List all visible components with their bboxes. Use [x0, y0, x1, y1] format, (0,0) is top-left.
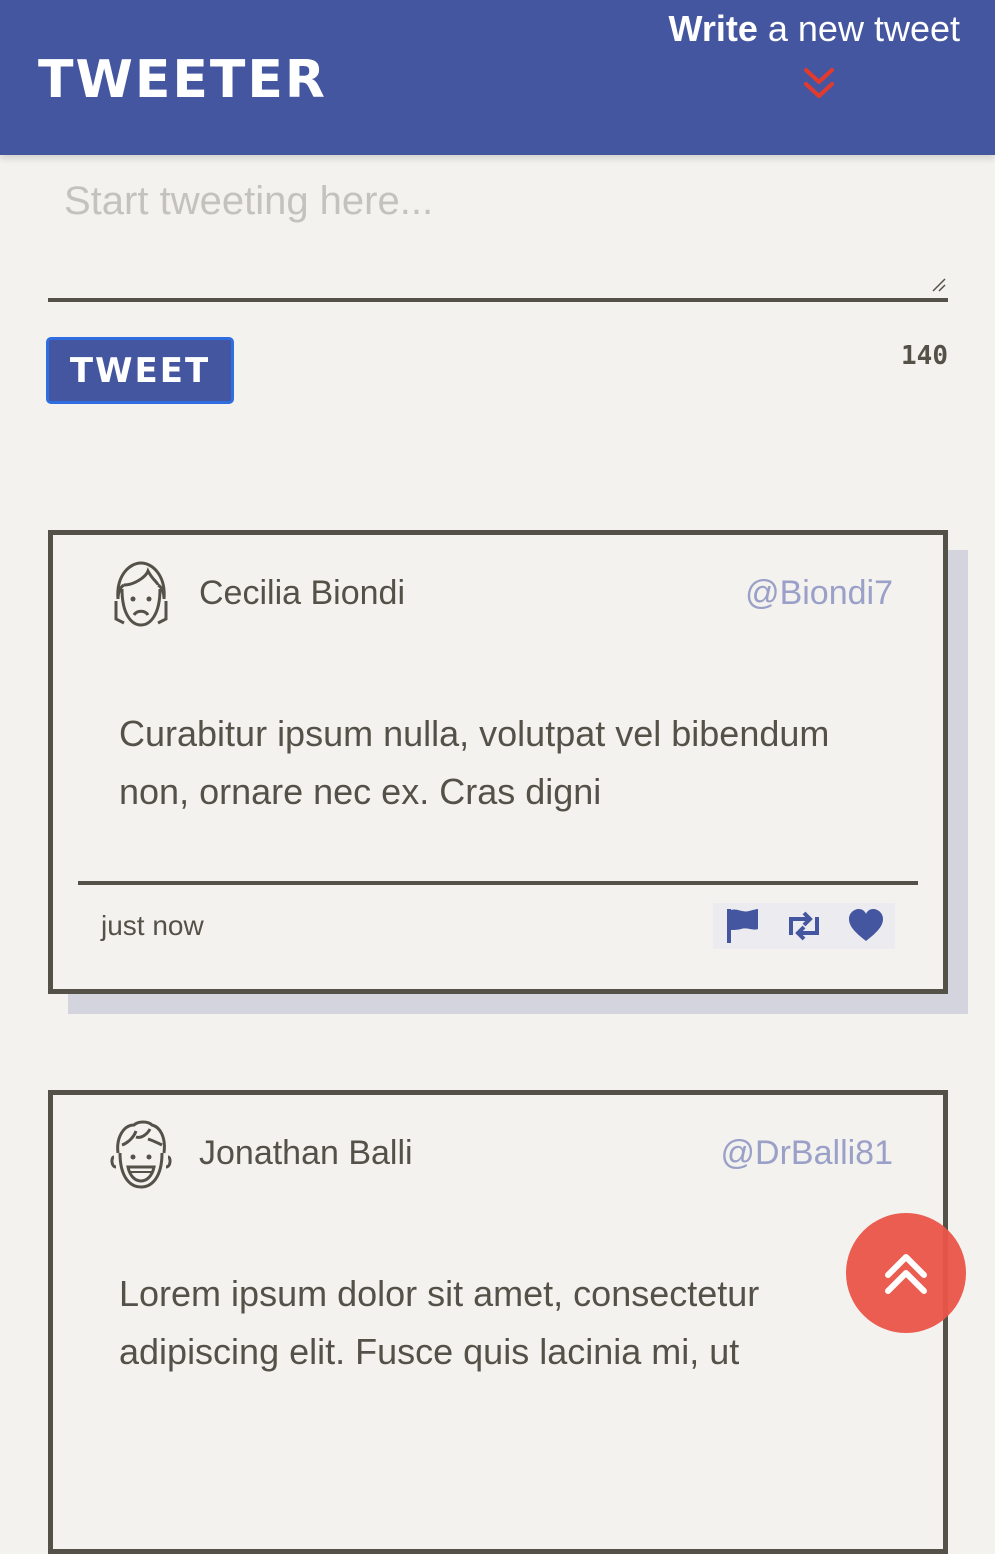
- double-chevron-down-icon[interactable]: [802, 66, 836, 102]
- character-counter: 140: [901, 341, 948, 371]
- tweet-actions: [713, 903, 895, 949]
- tweet-textarea[interactable]: [48, 165, 948, 302]
- tweet-submit-button[interactable]: TWEET: [46, 337, 234, 404]
- tweet-content: Lorem ipsum dolor sit amet, consectetur …: [119, 1273, 760, 1372]
- write-tweet-toggle[interactable]: Write a new tweet: [660, 8, 961, 50]
- sad-woman-face-icon: [114, 561, 168, 627]
- tweet-author-name: Cecilia Biondi: [199, 574, 405, 612]
- tweet-author-handle[interactable]: @DrBalli81: [721, 1133, 893, 1173]
- double-chevron-up-icon: [885, 1254, 927, 1294]
- retweet-icon[interactable]: [785, 907, 823, 945]
- tweet-card: Jonathan Balli @DrBalli81 Lorem ipsum do…: [48, 1090, 948, 1554]
- smiling-man-face-icon: [110, 1120, 172, 1189]
- resize-grip-icon[interactable]: [932, 278, 946, 292]
- tweet-content: Curabitur ipsum nulla, volutpat vel bibe…: [119, 713, 830, 812]
- tweet-card: Cecilia Biondi @Biondi7 Curabitur ipsum …: [48, 530, 948, 994]
- write-tweet-rest: a new tweet: [767, 8, 960, 49]
- write-tweet-strong: Write: [668, 8, 758, 49]
- scroll-to-top-button[interactable]: [846, 1213, 966, 1333]
- brand-logo: TWEETER: [38, 50, 327, 110]
- tweet-author-name: Jonathan Balli: [199, 1134, 413, 1172]
- heart-icon[interactable]: [847, 907, 885, 945]
- tweet-author-handle[interactable]: @Biondi7: [745, 573, 893, 613]
- tweet-timestamp: just now: [101, 910, 204, 941]
- top-nav: TWEETER Write a new tweet: [0, 0, 995, 155]
- tweet-divider: [78, 881, 918, 885]
- flag-icon[interactable]: [723, 907, 761, 945]
- tweet-composer: TWEET 140: [46, 165, 948, 404]
